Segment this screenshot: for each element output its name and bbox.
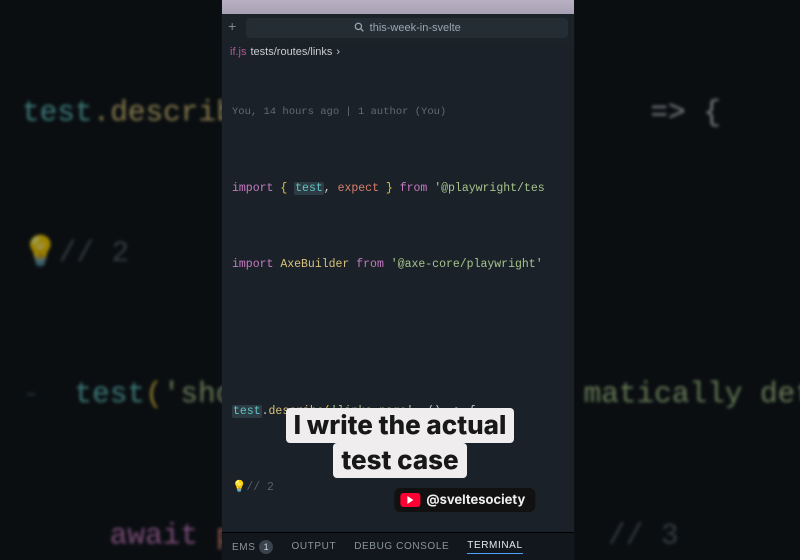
tab-debug-console[interactable]: DEBUG CONSOLE <box>354 541 449 552</box>
command-center[interactable]: this-week-in-svelte <box>246 18 568 38</box>
code-line: import AxeBuilder from '@axe-core/playwr… <box>232 256 574 275</box>
social-badge: @sveltesociety <box>394 488 535 512</box>
breadcrumb-path: tests/routes/links <box>251 46 333 58</box>
breadcrumb[interactable]: if.js tests/routes/links › <box>222 42 574 62</box>
caption-text: I write the actualtest case <box>286 408 515 478</box>
project-title: this-week-in-svelte <box>370 22 461 34</box>
codelens[interactable]: You, 14 hours ago | 1 author (You) <box>232 104 574 121</box>
new-tab-button[interactable]: + <box>228 20 236 36</box>
problems-badge: 1 <box>259 540 273 554</box>
lightbulb-icon[interactable]: 💡 <box>232 481 246 494</box>
breadcrumb-chevron-icon: › <box>336 46 340 58</box>
titlebar: + this-week-in-svelte <box>222 14 574 42</box>
breadcrumb-file: if.js <box>230 46 247 58</box>
caption-overlay: I write the actualtest case <box>245 408 555 478</box>
tab-output[interactable]: OUTPUT <box>291 541 336 552</box>
tab-problems[interactable]: EMS1 <box>232 540 273 554</box>
search-icon <box>354 22 364 35</box>
youtube-icon <box>400 493 420 507</box>
social-handle: @sveltesociety <box>426 492 525 508</box>
macos-header <box>222 0 574 14</box>
code-line: import { test, expect } from '@playwrigh… <box>232 180 574 199</box>
panel-tabs: EMS1 OUTPUT DEBUG CONSOLE TERMINAL <box>222 532 574 560</box>
tab-terminal[interactable]: TERMINAL <box>467 540 522 554</box>
